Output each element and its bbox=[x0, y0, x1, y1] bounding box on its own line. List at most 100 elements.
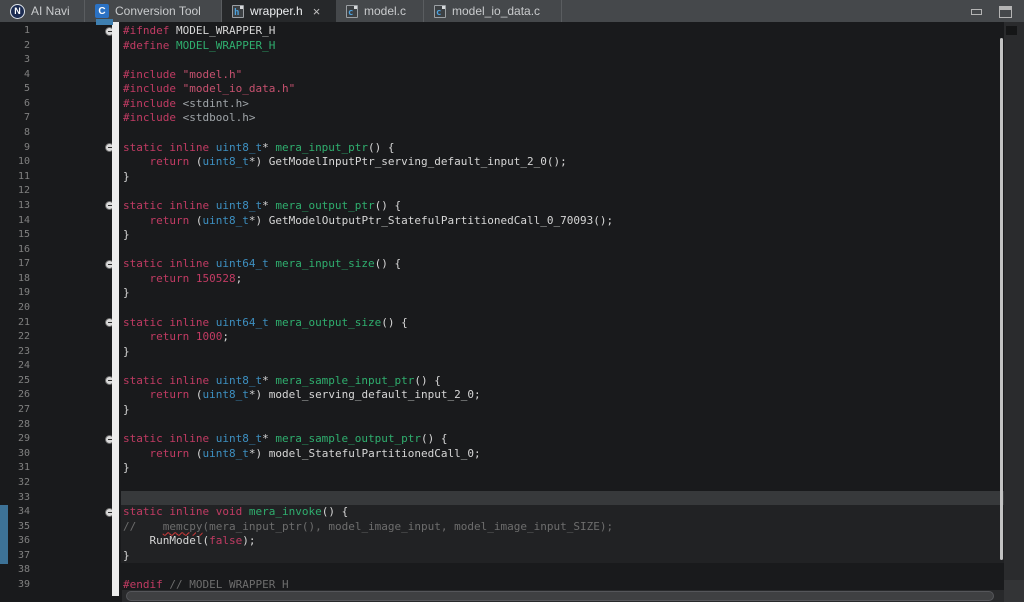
code-text[interactable]: } bbox=[123, 345, 130, 360]
maximize-view-icon[interactable] bbox=[999, 6, 1012, 18]
code-line[interactable]: 12 bbox=[0, 184, 1024, 199]
code-text[interactable]: static inline uint8_t* mera_input_ptr() … bbox=[123, 141, 395, 156]
code-line[interactable]: 36 RunModel(false); bbox=[0, 534, 1024, 549]
code-line[interactable]: 5 #include "model_io_data.h" bbox=[0, 82, 1024, 97]
code-text[interactable]: static inline uint8_t* mera_output_ptr()… bbox=[123, 199, 401, 214]
code-text[interactable]: static inline uint64_t mera_output_size(… bbox=[123, 316, 408, 331]
code-line[interactable]: 22 return 1000; bbox=[0, 330, 1024, 345]
code-line[interactable]: 21static inline uint64_t mera_output_siz… bbox=[0, 316, 1024, 331]
code-text[interactable]: #ifndef MODEL_WRAPPER_H bbox=[123, 24, 275, 39]
line-number: 32 bbox=[0, 476, 30, 491]
code-text[interactable]: #include "model_io_data.h" bbox=[123, 82, 295, 97]
tab-ai-navi[interactable]: N AI Navi bbox=[0, 0, 85, 22]
line-number: 2 bbox=[0, 39, 30, 54]
code-line[interactable]: 15} bbox=[0, 228, 1024, 243]
code-line[interactable]: 23} bbox=[0, 345, 1024, 360]
horizontal-scrollbar-thumb[interactable] bbox=[126, 591, 994, 601]
code-line[interactable]: 10 return (uint8_t*) GetModelInputPtr_se… bbox=[0, 155, 1024, 170]
tab-model-io-data-c[interactable]: c model_io_data.c bbox=[424, 0, 562, 22]
code-text[interactable]: return (uint8_t*) model_serving_default_… bbox=[123, 388, 481, 403]
code-line[interactable]: 11} bbox=[0, 170, 1024, 185]
c-file-icon: c bbox=[434, 5, 446, 18]
code-line[interactable]: 37} bbox=[0, 549, 1024, 564]
minimize-view-icon[interactable] bbox=[971, 9, 982, 15]
code-text[interactable]: } bbox=[123, 228, 130, 243]
code-text[interactable]: return 1000; bbox=[123, 330, 229, 345]
line-number: 22 bbox=[0, 330, 30, 345]
line-number: 25 bbox=[0, 374, 30, 389]
code-text[interactable]: static inline uint8_t* mera_sample_outpu… bbox=[123, 432, 448, 447]
code-text[interactable]: RunModel(false); bbox=[123, 534, 255, 549]
code-line[interactable]: 20 bbox=[0, 301, 1024, 316]
code-line[interactable]: 35// memcpy(mera_input_ptr(), model_imag… bbox=[0, 520, 1024, 535]
code-line[interactable]: 8 bbox=[0, 126, 1024, 141]
code-line[interactable]: 33 bbox=[0, 491, 1024, 506]
code-text[interactable]: return (uint8_t*) GetModelOutputPtr_Stat… bbox=[123, 214, 613, 229]
overview-ruler[interactable] bbox=[1004, 22, 1024, 590]
line-number: 29 bbox=[0, 432, 30, 447]
code-line[interactable]: 1#ifndef MODEL_WRAPPER_H bbox=[0, 24, 1024, 39]
code-line[interactable]: 28 bbox=[0, 418, 1024, 433]
code-line[interactable]: 24 bbox=[0, 359, 1024, 374]
ide-window: N AI Navi C Conversion Tool h wrapper.h … bbox=[0, 0, 1024, 602]
code-text[interactable]: #define MODEL_WRAPPER_H bbox=[123, 39, 275, 54]
code-text[interactable]: return (uint8_t*) GetModelInputPtr_servi… bbox=[123, 155, 567, 170]
code-text[interactable]: } bbox=[123, 403, 130, 418]
tab-label: Conversion Tool bbox=[115, 4, 201, 18]
line-number: 19 bbox=[0, 286, 30, 301]
code-text[interactable]: #include <stdbool.h> bbox=[123, 111, 255, 126]
code-text[interactable]: static inline uint64_t mera_input_size()… bbox=[123, 257, 401, 272]
code-line[interactable]: 38 bbox=[0, 563, 1024, 578]
line-number: 33 bbox=[0, 491, 30, 506]
code-line[interactable]: 16 bbox=[0, 243, 1024, 258]
overview-ruler-header bbox=[1006, 26, 1017, 35]
horizontal-scrollbar[interactable] bbox=[122, 590, 1004, 602]
code-line[interactable]: 29 static inline uint8_t* mera_sample_out… bbox=[0, 432, 1024, 447]
tab-bar: N AI Navi C Conversion Tool h wrapper.h … bbox=[0, 0, 1024, 22]
code-editor[interactable]: 1#ifndef MODEL_WRAPPER_H2 #define MODEL_W… bbox=[0, 22, 1024, 602]
code-text[interactable]: } bbox=[123, 461, 130, 476]
vertical-scrollbar-thumb[interactable] bbox=[1000, 38, 1003, 560]
code-line[interactable]: 26 return (uint8_t*) model_serving_defau… bbox=[0, 388, 1024, 403]
tab-wrapper-h[interactable]: h wrapper.h × bbox=[222, 0, 336, 22]
code-text[interactable]: static inline uint8_t* mera_sample_input… bbox=[123, 374, 441, 389]
close-tab-icon[interactable]: × bbox=[313, 5, 321, 18]
code-text[interactable]: static inline void mera_invoke() { bbox=[123, 505, 348, 520]
code-line[interactable]: 34static inline void mera_invoke() { bbox=[0, 505, 1024, 520]
code-line[interactable]: 2 #define MODEL_WRAPPER_H bbox=[0, 39, 1024, 54]
line-number: 14 bbox=[0, 214, 30, 229]
line-number: 20 bbox=[0, 301, 30, 316]
code-text[interactable]: #include "model.h" bbox=[123, 68, 242, 83]
line-number: 15 bbox=[0, 228, 30, 243]
code-line[interactable]: 13static inline uint8_t* mera_output_ptr… bbox=[0, 199, 1024, 214]
code-line[interactable]: 30 return (uint8_t*) model_StatefulParti… bbox=[0, 447, 1024, 462]
code-line[interactable]: 32 bbox=[0, 476, 1024, 491]
code-line[interactable]: 4#include "model.h" bbox=[0, 68, 1024, 83]
code-text[interactable]: } bbox=[123, 549, 130, 564]
code-line[interactable]: 7 #include <stdbool.h> bbox=[0, 111, 1024, 126]
code-line[interactable]: 18 return 150528; bbox=[0, 272, 1024, 287]
code-line[interactable]: 17static inline uint64_t mera_input_size… bbox=[0, 257, 1024, 272]
code-line[interactable]: 19} bbox=[0, 286, 1024, 301]
code-text[interactable]: } bbox=[123, 170, 130, 185]
tab-label: AI Navi bbox=[31, 4, 70, 18]
code-text[interactable]: return (uint8_t*) model_StatefulPartitio… bbox=[123, 447, 481, 462]
code-line[interactable]: 3 bbox=[0, 53, 1024, 68]
line-number: 38 bbox=[0, 563, 30, 578]
code-line[interactable]: 9static inline uint8_t* mera_input_ptr()… bbox=[0, 141, 1024, 156]
code-line[interactable]: 27} bbox=[0, 403, 1024, 418]
line-number: 5 bbox=[0, 82, 30, 97]
code-text[interactable]: // memcpy(mera_input_ptr(), model_image_… bbox=[123, 520, 613, 535]
code-text[interactable]: } bbox=[123, 286, 130, 301]
code-text[interactable]: #include <stdint.h> bbox=[123, 97, 249, 112]
code-line[interactable]: 25 static inline uint8_t* mera_sample_inp… bbox=[0, 374, 1024, 389]
line-number: 11 bbox=[0, 170, 30, 185]
code-line[interactable]: 14 return (uint8_t*) GetModelOutputPtr_S… bbox=[0, 214, 1024, 229]
code-text[interactable]: return 150528; bbox=[123, 272, 242, 287]
tab-label: model_io_data.c bbox=[452, 4, 540, 18]
line-number: 7 bbox=[0, 111, 30, 126]
line-number: 31 bbox=[0, 461, 30, 476]
code-line[interactable]: 31} bbox=[0, 461, 1024, 476]
tab-model-c[interactable]: c model.c bbox=[336, 0, 424, 22]
code-line[interactable]: 6#include <stdint.h> bbox=[0, 97, 1024, 112]
